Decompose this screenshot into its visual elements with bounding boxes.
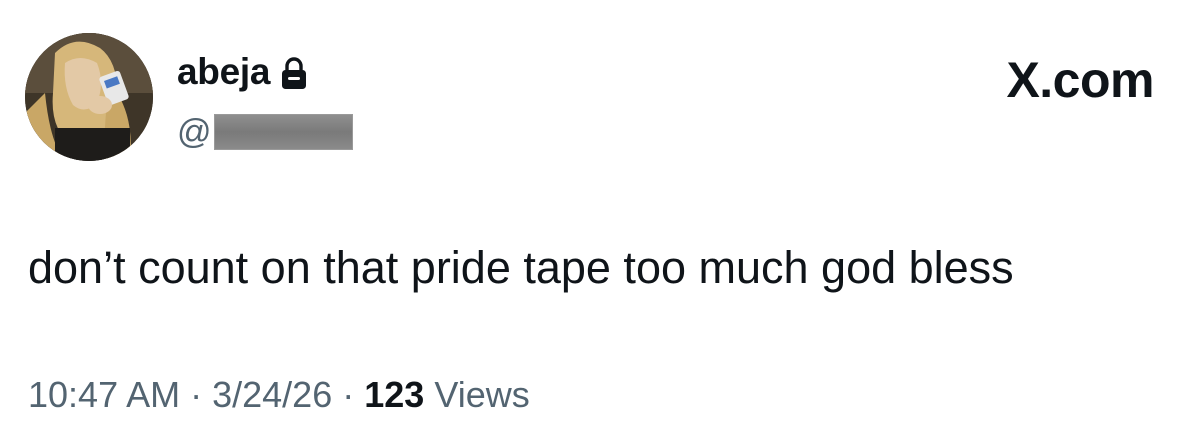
tweet-time[interactable]: 10:47 AM	[28, 374, 180, 415]
views-label: Views	[434, 374, 530, 415]
views-count[interactable]: 123	[364, 374, 424, 415]
tweet-card: abeja @ X.com don’t count on that pride …	[0, 0, 1200, 439]
meta-separator: ·	[190, 374, 203, 415]
tweet-date[interactable]: 3/24/26	[212, 374, 332, 415]
tweet-text: don’t count on that pride tape too much …	[28, 242, 1014, 293]
display-name-row: abeja	[177, 48, 308, 96]
brand-label: X.com	[1006, 52, 1154, 108]
handle-redaction-box	[213, 114, 353, 150]
tweet-meta: 10:47 AM · 3/24/26 · 123 Views	[28, 370, 530, 420]
lock-icon	[280, 56, 308, 90]
avatar[interactable]	[25, 33, 153, 161]
handle-prefix[interactable]: @	[177, 110, 212, 154]
meta-separator: ·	[342, 374, 355, 415]
x-logo[interactable]: X.com	[1006, 52, 1154, 108]
avatar-photo	[25, 33, 153, 161]
handle-row: @	[177, 110, 353, 154]
display-name[interactable]: abeja	[177, 48, 270, 96]
